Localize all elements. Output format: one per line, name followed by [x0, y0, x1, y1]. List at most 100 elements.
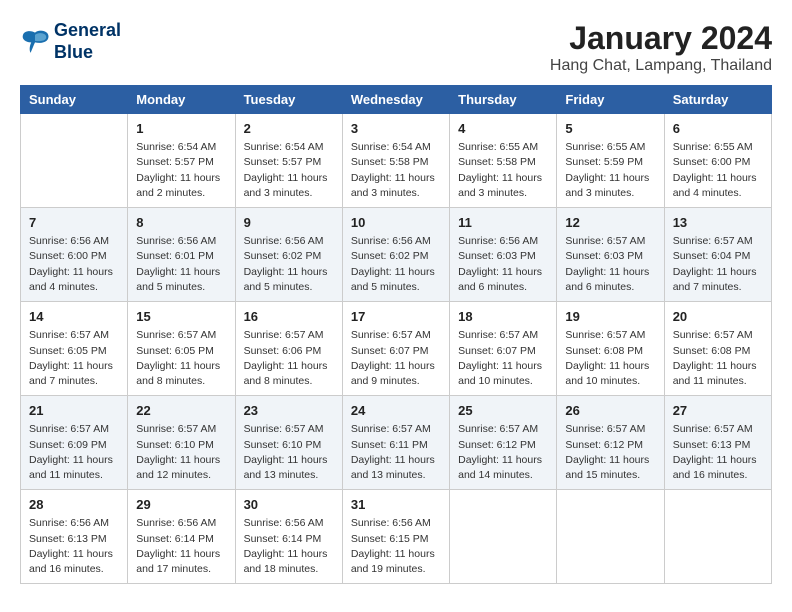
day-info: Sunrise: 6:56 AM Sunset: 6:03 PM Dayligh…: [458, 234, 548, 295]
day-info: Sunrise: 6:57 AM Sunset: 6:10 PM Dayligh…: [136, 422, 226, 483]
day-number: 13: [673, 214, 763, 232]
day-info: Sunrise: 6:56 AM Sunset: 6:15 PM Dayligh…: [351, 516, 441, 577]
calendar-cell: 9 Sunrise: 6:56 AM Sunset: 6:02 PM Daylig…: [235, 208, 342, 302]
day-number: 19: [565, 308, 655, 326]
day-info: Sunrise: 6:57 AM Sunset: 6:07 PM Dayligh…: [351, 328, 441, 389]
day-info: Sunrise: 6:57 AM Sunset: 6:09 PM Dayligh…: [29, 422, 119, 483]
day-number: 8: [136, 214, 226, 232]
day-number: 21: [29, 402, 119, 420]
calendar-body: 1 Sunrise: 6:54 AM Sunset: 5:57 PM Daylig…: [21, 114, 772, 584]
day-info: Sunrise: 6:56 AM Sunset: 6:02 PM Dayligh…: [351, 234, 441, 295]
calendar-cell: 19Sunrise: 6:57 AM Sunset: 6:08 PM Dayli…: [557, 302, 664, 396]
header-thursday: Thursday: [450, 86, 557, 114]
page-header: General Blue January 2024 Hang Chat, Lam…: [20, 20, 772, 75]
day-info: Sunrise: 6:57 AM Sunset: 6:13 PM Dayligh…: [673, 422, 763, 483]
calendar-cell: 27Sunrise: 6:57 AM Sunset: 6:13 PM Dayli…: [664, 396, 771, 490]
day-number: 31: [351, 496, 441, 514]
calendar-cell: [664, 490, 771, 584]
day-info: Sunrise: 6:57 AM Sunset: 6:05 PM Dayligh…: [136, 328, 226, 389]
calendar-cell: 22 Sunrise: 6:57 AM Sunset: 6:10 PM Dayli…: [128, 396, 235, 490]
main-title: January 2024: [550, 20, 772, 57]
calendar-cell: [557, 490, 664, 584]
day-info: Sunrise: 6:54 AM Sunset: 5:57 PM Dayligh…: [244, 140, 334, 201]
calendar-cell: 21 Sunrise: 6:57 AM Sunset: 6:09 PM Dayli…: [21, 396, 128, 490]
day-number: 24: [351, 402, 441, 420]
day-info: Sunrise: 6:57 AM Sunset: 6:04 PM Dayligh…: [673, 234, 763, 295]
calendar-cell: 17 Sunrise: 6:57 AM Sunset: 6:07 PM Dayli…: [342, 302, 449, 396]
day-number: 12: [565, 214, 655, 232]
calendar-week-row: 28 Sunrise: 6:56 AM Sunset: 6:13 PM Dayli…: [21, 490, 772, 584]
calendar-cell: [450, 490, 557, 584]
day-number: 1: [136, 120, 226, 138]
calendar-cell: 26Sunrise: 6:57 AM Sunset: 6:12 PM Dayli…: [557, 396, 664, 490]
header-wednesday: Wednesday: [342, 86, 449, 114]
day-info: Sunrise: 6:55 AM Sunset: 5:58 PM Dayligh…: [458, 140, 548, 201]
calendar-cell: 13 Sunrise: 6:57 AM Sunset: 6:04 PM Dayli…: [664, 208, 771, 302]
day-number: 9: [244, 214, 334, 232]
calendar-cell: 31 Sunrise: 6:56 AM Sunset: 6:15 PM Dayli…: [342, 490, 449, 584]
day-number: 30: [244, 496, 334, 514]
calendar-week-row: 1 Sunrise: 6:54 AM Sunset: 5:57 PM Daylig…: [21, 114, 772, 208]
calendar-cell: 11 Sunrise: 6:56 AM Sunset: 6:03 PM Dayli…: [450, 208, 557, 302]
logo-icon: [20, 28, 50, 56]
title-block: January 2024 Hang Chat, Lampang, Thailan…: [550, 20, 772, 75]
calendar-cell: 20 Sunrise: 6:57 AM Sunset: 6:08 PM Dayli…: [664, 302, 771, 396]
calendar-cell: 14 Sunrise: 6:57 AM Sunset: 6:05 PM Dayli…: [21, 302, 128, 396]
calendar-cell: 6Sunrise: 6:55 AM Sunset: 6:00 PM Daylig…: [664, 114, 771, 208]
calendar-cell: 15Sunrise: 6:57 AM Sunset: 6:05 PM Dayli…: [128, 302, 235, 396]
day-info: Sunrise: 6:57 AM Sunset: 6:10 PM Dayligh…: [244, 422, 334, 483]
day-number: 10: [351, 214, 441, 232]
calendar-cell: 30Sunrise: 6:56 AM Sunset: 6:14 PM Dayli…: [235, 490, 342, 584]
day-info: Sunrise: 6:57 AM Sunset: 6:12 PM Dayligh…: [565, 422, 655, 483]
day-number: 23: [244, 402, 334, 420]
logo-text: General Blue: [54, 20, 121, 63]
calendar-cell: 10 Sunrise: 6:56 AM Sunset: 6:02 PM Dayli…: [342, 208, 449, 302]
day-number: 2: [244, 120, 334, 138]
day-info: Sunrise: 6:56 AM Sunset: 6:14 PM Dayligh…: [136, 516, 226, 577]
day-number: 29: [136, 496, 226, 514]
day-info: Sunrise: 6:54 AM Sunset: 5:58 PM Dayligh…: [351, 140, 441, 201]
day-info: Sunrise: 6:57 AM Sunset: 6:11 PM Dayligh…: [351, 422, 441, 483]
day-number: 28: [29, 496, 119, 514]
calendar-cell: 24 Sunrise: 6:57 AM Sunset: 6:11 PM Dayli…: [342, 396, 449, 490]
calendar-header-row: Sunday Monday Tuesday Wednesday Thursday…: [21, 86, 772, 114]
calendar-cell: 8 Sunrise: 6:56 AM Sunset: 6:01 PM Daylig…: [128, 208, 235, 302]
day-info: Sunrise: 6:56 AM Sunset: 6:01 PM Dayligh…: [136, 234, 226, 295]
calendar-cell: 1 Sunrise: 6:54 AM Sunset: 5:57 PM Daylig…: [128, 114, 235, 208]
calendar-cell: 25Sunrise: 6:57 AM Sunset: 6:12 PM Dayli…: [450, 396, 557, 490]
day-number: 3: [351, 120, 441, 138]
day-info: Sunrise: 6:57 AM Sunset: 6:07 PM Dayligh…: [458, 328, 548, 389]
day-number: 25: [458, 402, 548, 420]
calendar-table: Sunday Monday Tuesday Wednesday Thursday…: [20, 85, 772, 584]
day-info: Sunrise: 6:57 AM Sunset: 6:08 PM Dayligh…: [673, 328, 763, 389]
day-info: Sunrise: 6:55 AM Sunset: 5:59 PM Dayligh…: [565, 140, 655, 201]
calendar-cell: 28 Sunrise: 6:56 AM Sunset: 6:13 PM Dayli…: [21, 490, 128, 584]
day-info: Sunrise: 6:57 AM Sunset: 6:03 PM Dayligh…: [565, 234, 655, 295]
calendar-cell: 5Sunrise: 6:55 AM Sunset: 5:59 PM Daylig…: [557, 114, 664, 208]
day-info: Sunrise: 6:56 AM Sunset: 6:00 PM Dayligh…: [29, 234, 119, 295]
header-sunday: Sunday: [21, 86, 128, 114]
day-number: 7: [29, 214, 119, 232]
calendar-cell: [21, 114, 128, 208]
calendar-week-row: 21 Sunrise: 6:57 AM Sunset: 6:09 PM Dayli…: [21, 396, 772, 490]
day-info: Sunrise: 6:57 AM Sunset: 6:05 PM Dayligh…: [29, 328, 119, 389]
calendar-cell: 3 Sunrise: 6:54 AM Sunset: 5:58 PM Daylig…: [342, 114, 449, 208]
day-number: 11: [458, 214, 548, 232]
day-info: Sunrise: 6:56 AM Sunset: 6:02 PM Dayligh…: [244, 234, 334, 295]
day-info: Sunrise: 6:57 AM Sunset: 6:06 PM Dayligh…: [244, 328, 334, 389]
day-info: Sunrise: 6:54 AM Sunset: 5:57 PM Dayligh…: [136, 140, 226, 201]
subtitle: Hang Chat, Lampang, Thailand: [550, 57, 772, 75]
calendar-week-row: 14 Sunrise: 6:57 AM Sunset: 6:05 PM Dayli…: [21, 302, 772, 396]
day-number: 20: [673, 308, 763, 326]
calendar-week-row: 7 Sunrise: 6:56 AM Sunset: 6:00 PM Daylig…: [21, 208, 772, 302]
header-saturday: Saturday: [664, 86, 771, 114]
day-info: Sunrise: 6:56 AM Sunset: 6:13 PM Dayligh…: [29, 516, 119, 577]
day-number: 14: [29, 308, 119, 326]
day-number: 18: [458, 308, 548, 326]
header-friday: Friday: [557, 86, 664, 114]
day-number: 17: [351, 308, 441, 326]
day-number: 22: [136, 402, 226, 420]
day-info: Sunrise: 6:55 AM Sunset: 6:00 PM Dayligh…: [673, 140, 763, 201]
calendar-cell: 18 Sunrise: 6:57 AM Sunset: 6:07 PM Dayli…: [450, 302, 557, 396]
header-tuesday: Tuesday: [235, 86, 342, 114]
